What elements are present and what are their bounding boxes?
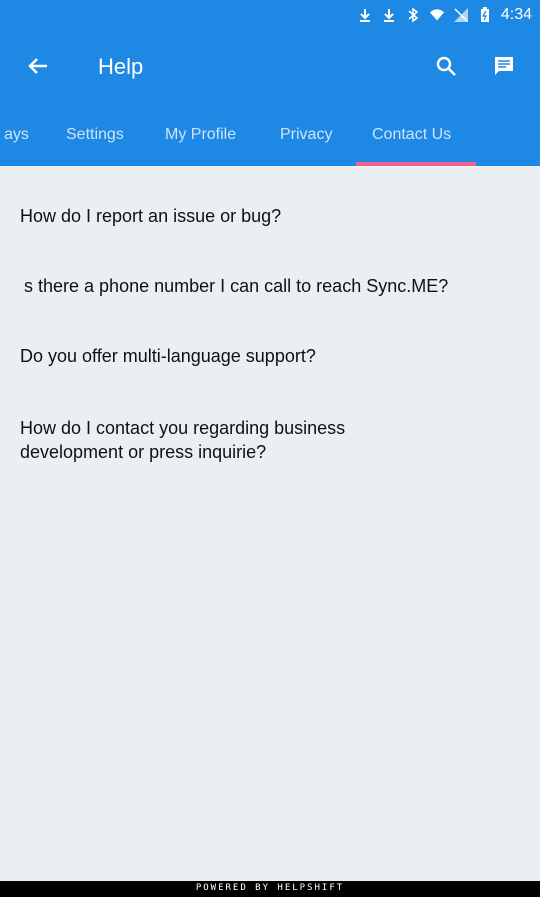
list-item[interactable]: How do I contact you regarding business …: [20, 416, 400, 464]
status-time: 4:34: [500, 6, 532, 23]
tab-bar: ays Settings My Profile Privacy Contact …: [0, 104, 540, 166]
tab-settings[interactable]: Settings: [66, 126, 124, 144]
question-text: s there a phone number I can call to rea…: [24, 276, 449, 296]
wifi-icon: [429, 7, 445, 23]
question-text: How do I contact you regarding business …: [20, 418, 346, 462]
tab-contact-us[interactable]: Contact Us: [372, 126, 451, 144]
signal-icon: [453, 7, 469, 23]
download-icon: [357, 7, 373, 23]
arrow-left-icon: [27, 55, 49, 82]
question-text: Do you offer multi-language support?: [20, 346, 316, 366]
list-item[interactable]: s there a phone number I can call to rea…: [24, 274, 448, 298]
app-bar: Help: [0, 34, 540, 104]
question-text: How do I report an issue or bug?: [20, 206, 282, 226]
list-item[interactable]: How do I report an issue or bug?: [20, 204, 281, 228]
tab-ways[interactable]: ays: [4, 126, 29, 144]
tab-indicator: [356, 162, 476, 166]
page-title: Help: [98, 54, 144, 79]
download-icon: [381, 7, 397, 23]
bluetooth-icon: [405, 7, 421, 23]
battery-icon: [477, 7, 493, 23]
status-icons: 4:34: [357, 6, 532, 24]
tab-my-profile[interactable]: My Profile: [165, 126, 236, 144]
list-item[interactable]: Do you offer multi-language support?: [20, 344, 316, 368]
search-icon: [435, 55, 457, 82]
back-button[interactable]: [22, 52, 54, 84]
footer-text: POWERED BY HELPSHIFT: [195, 883, 345, 893]
chat-icon: [492, 54, 516, 83]
tab-privacy[interactable]: Privacy: [280, 126, 332, 144]
search-button[interactable]: [430, 52, 462, 84]
powered-by-footer: POWERED BY HELPSHIFT: [0, 881, 540, 897]
status-bar: 4:34: [0, 0, 540, 34]
chat-button[interactable]: [488, 52, 520, 84]
